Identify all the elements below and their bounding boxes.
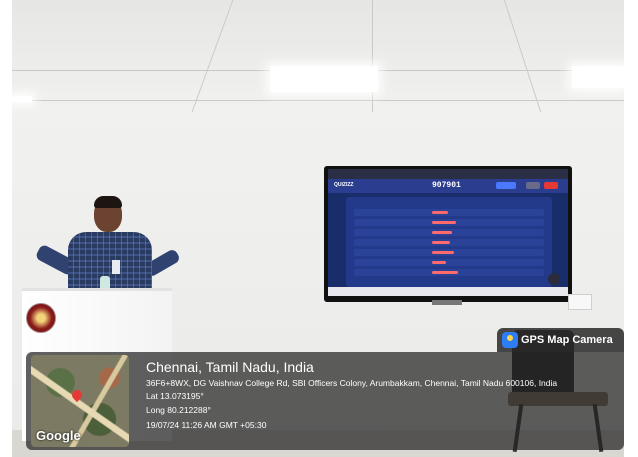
gps-app-name: GPS Map Camera	[521, 334, 613, 346]
tv-screen: QUIZIZZ 907901	[328, 169, 568, 296]
tv-mount	[432, 300, 462, 305]
college-logo	[26, 303, 56, 333]
leaderboard-row	[354, 249, 544, 256]
screen-fab	[548, 273, 560, 285]
ceiling-grid-line	[372, 0, 373, 112]
taskbar	[328, 287, 568, 296]
ceiling-light	[12, 96, 32, 102]
speaker-hair	[94, 196, 122, 208]
leaderboard-row	[354, 269, 544, 276]
screen-button	[544, 182, 558, 189]
quiz-brand: QUIZIZZ	[334, 182, 354, 188]
gps-camera-icon	[502, 332, 518, 348]
join-code: 907901	[432, 181, 461, 190]
location-address: 36F6+8WX, DG Vaishnav College Rd, SBI Of…	[146, 378, 558, 388]
screen-button	[526, 182, 540, 189]
location-latitude: Lat 13.073195°	[146, 391, 204, 401]
location-longitude: Long 80.212288°	[146, 405, 211, 415]
ceiling-light	[572, 66, 624, 88]
id-badge	[112, 260, 120, 274]
screen-button	[496, 182, 516, 189]
ceiling-grid-line	[12, 100, 624, 101]
leaderboard-row	[354, 259, 544, 266]
browser-bar	[328, 169, 568, 179]
leaderboard-row	[354, 229, 544, 236]
leaderboard-row	[354, 219, 544, 226]
map-provider-logo: Google	[36, 428, 81, 443]
location-datetime: 19/07/24 11:26 AM GMT +05:30	[146, 420, 267, 430]
leaderboard-row	[354, 209, 544, 216]
location-title: Chennai, Tamil Nadu, India	[146, 359, 314, 375]
leaderboard-row	[354, 239, 544, 246]
wall-socket	[568, 294, 592, 310]
ceiling-light	[270, 66, 378, 92]
